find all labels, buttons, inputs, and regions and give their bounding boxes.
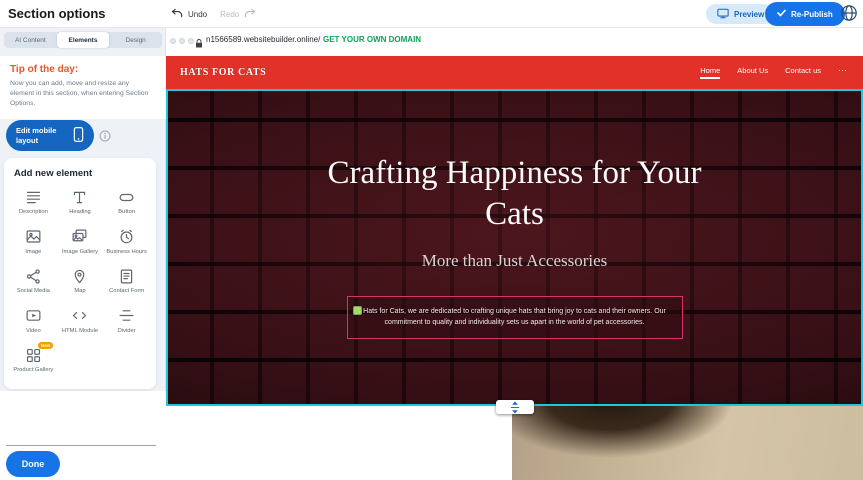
element-option-description[interactable]: Description — [11, 188, 56, 217]
element-option-label: Button — [118, 209, 135, 217]
republish-button-label: Re-Publish — [791, 10, 833, 19]
new-badge: New — [38, 342, 53, 349]
nav-item-about-us[interactable]: About Us — [737, 66, 768, 79]
button-icon — [118, 188, 136, 206]
sidebar: AI Content Elements Design Tip of the da… — [0, 28, 166, 480]
site-logo[interactable]: HATS FOR CATS — [180, 56, 266, 89]
hero-heading[interactable]: Crafting Happiness for Your Cats — [325, 153, 705, 236]
image-gallery-icon — [71, 228, 89, 246]
element-option-business-hours[interactable]: Business Hours — [104, 228, 149, 257]
edit-mobile-layout-label: Edit mobile layout — [16, 126, 68, 146]
tab-ai-content[interactable]: AI Content — [4, 32, 57, 48]
undo-button[interactable]: Undo — [188, 10, 207, 19]
element-option-map[interactable]: Map — [58, 267, 103, 296]
element-option-label: Social Media — [17, 288, 50, 296]
element-selection-handle[interactable] — [353, 306, 362, 315]
add-new-element-title: Add new element — [11, 168, 149, 179]
window-control-dots — [170, 38, 194, 44]
element-option-label: Contact Form — [109, 288, 144, 296]
undo-redo-group: Undo Redo — [171, 0, 256, 28]
element-option-label: Map — [74, 288, 85, 296]
site-preview-canvas: HATS FOR CATS Home About Us Contact us ⋯… — [166, 56, 863, 480]
info-icon[interactable] — [99, 130, 111, 142]
product-gallery-icon: New — [24, 346, 42, 364]
element-option-button[interactable]: Button — [104, 188, 149, 217]
top-toolbar: Section options Undo Redo Preview Re-Pub… — [0, 0, 863, 28]
hero-text-box[interactable]: Hats for Cats, we are dedicated to craft… — [347, 296, 683, 340]
republish-button[interactable]: Re-Publish — [765, 2, 845, 26]
hero-subheading[interactable]: More than Just Accessories — [166, 251, 863, 271]
tab-design[interactable]: Design — [109, 32, 162, 48]
element-option-social-media[interactable]: Social Media — [11, 267, 56, 296]
nav-item-contact-us[interactable]: Contact us — [785, 66, 821, 79]
element-grid: Description Heading Button — [11, 188, 149, 375]
check-icon — [777, 9, 786, 19]
edit-mobile-layout-button[interactable]: Edit mobile layout — [6, 120, 94, 151]
divider-icon — [118, 307, 136, 325]
element-option-label: Image — [25, 249, 41, 257]
map-icon — [71, 267, 89, 285]
hero-section[interactable]: Crafting Happiness for Your Cats More th… — [166, 89, 863, 406]
done-button[interactable]: Done — [6, 451, 60, 477]
element-option-label: Video — [26, 328, 41, 336]
window-dot — [179, 38, 185, 44]
nav-more-menu[interactable]: ⋯ — [838, 65, 847, 80]
element-option-label: Divider — [118, 328, 136, 336]
element-option-label: Heading — [69, 209, 91, 217]
element-option-label: Description — [19, 209, 48, 217]
redo-icon[interactable] — [244, 5, 256, 23]
tip-title: Tip of the day: — [10, 64, 156, 75]
window-dot — [170, 38, 176, 44]
element-option-label: Product Gallery — [13, 367, 53, 375]
section-resize-handle[interactable] — [496, 400, 534, 414]
heading-icon — [71, 188, 89, 206]
element-option-heading[interactable]: Heading — [58, 188, 103, 217]
lock-icon — [195, 36, 203, 54]
section-selection-outline — [166, 89, 863, 406]
phone-icon — [73, 126, 84, 145]
element-option-html-module[interactable]: HTML Module — [58, 307, 103, 336]
description-icon — [24, 188, 42, 206]
undo-icon[interactable] — [171, 5, 183, 23]
video-icon — [24, 307, 42, 325]
social-media-icon — [24, 267, 42, 285]
element-option-product-gallery[interactable]: New Product Gallery — [11, 346, 56, 375]
app-root: Section options Undo Redo Preview Re-Pub… — [0, 0, 863, 480]
nav-item-home[interactable]: Home — [700, 66, 720, 79]
browser-chrome-bar: n1566589.websitebuilder.online/ GET YOUR… — [166, 28, 863, 56]
html-module-icon — [71, 307, 89, 325]
element-option-label: HTML Module — [62, 328, 98, 336]
monitor-icon — [717, 8, 729, 21]
globe-language-button[interactable] — [840, 5, 858, 23]
get-own-domain-link[interactable]: GET YOUR OWN DOMAIN — [323, 35, 421, 44]
tip-body: Now you can add, move and resize any ele… — [10, 79, 152, 109]
image-icon — [24, 228, 42, 246]
window-dot — [188, 38, 194, 44]
cat-photo[interactable] — [512, 406, 863, 480]
site-url: n1566589.websitebuilder.online/ — [206, 35, 320, 44]
element-option-label: Business Hours — [106, 249, 147, 257]
sidebar-tabs: AI Content Elements Design — [4, 32, 162, 48]
tab-elements[interactable]: Elements — [57, 32, 110, 48]
sidebar-divider — [6, 445, 156, 446]
hero-body-text: Hats for Cats, we are dedicated to craft… — [363, 308, 666, 327]
redo-button[interactable]: Redo — [220, 10, 239, 19]
add-new-element-panel: Add new element Description Heading — [4, 158, 156, 389]
globe-icon — [840, 4, 858, 25]
site-header: HATS FOR CATS Home About Us Contact us ⋯ — [166, 56, 863, 89]
element-option-divider[interactable]: Divider — [104, 307, 149, 336]
element-option-label: Image Gallery — [62, 249, 98, 257]
site-nav: Home About Us Contact us ⋯ — [700, 56, 847, 89]
page-title: Section options — [8, 0, 106, 28]
business-hours-icon — [118, 228, 136, 246]
contact-form-icon — [118, 267, 136, 285]
element-option-image-gallery[interactable]: Image Gallery — [58, 228, 103, 257]
tip-of-the-day-card: Tip of the day: Now you can add, move an… — [0, 56, 166, 119]
element-option-video[interactable]: Video — [11, 307, 56, 336]
next-section — [166, 406, 863, 480]
element-option-image[interactable]: Image — [11, 228, 56, 257]
preview-button-label: Preview — [734, 10, 764, 19]
element-option-contact-form[interactable]: Contact Form — [104, 267, 149, 296]
